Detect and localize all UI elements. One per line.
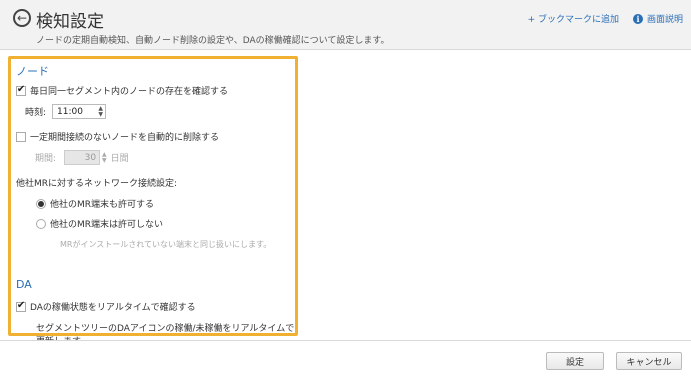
da-section-title: DA: [16, 278, 32, 291]
other-mr-heading: 他社MRに対するネットワーク接続設定:: [16, 176, 177, 189]
add-bookmark-link[interactable]: + ブックマークに追加: [528, 12, 619, 25]
realtime-label: DAの稼働状態をリアルタイムで確認する: [30, 303, 196, 313]
radio-deny-label: 他社のMR端末は許可しない: [50, 220, 164, 230]
help-link[interactable]: i 画面説明: [632, 12, 683, 25]
time-spinner-icon[interactable]: ▲ ▼: [98, 105, 103, 118]
back-arrow-icon[interactable]: ←: [13, 9, 31, 27]
daily-check-checkbox[interactable]: [16, 85, 26, 96]
help-link-label: 画面説明: [646, 15, 683, 25]
radio-allow-label: 他社のMR端末も許可する: [50, 200, 155, 210]
time-input[interactable]: 11:00 ▲ ▼: [52, 104, 107, 119]
time-label: 時刻:: [25, 108, 47, 118]
auto-delete-label: 一定期間接続のないノードを自動的に削除する: [30, 133, 220, 143]
realtime-row: DAの稼働状態をリアルタイムで確認する: [16, 300, 196, 313]
radio-deny-note: MRがインストールされていない端末と同じ扱いにします。: [60, 240, 272, 249]
radio-allow[interactable]: [36, 198, 46, 209]
footer-bar: 設定 キャンセル: [0, 340, 691, 380]
realtime-checkbox[interactable]: [16, 301, 26, 312]
radio-deny-row: 他社のMR端末は許可しない: [36, 217, 163, 230]
node-section-title: ノード: [16, 65, 49, 78]
cancel-button[interactable]: キャンセル: [616, 352, 682, 370]
page-header: ← 検知設定 ノードの定期自動検知、自動ノード削除の設定や、DAの稼働確認につい…: [0, 0, 691, 50]
auto-delete-row: 一定期間接続のないノードを自動的に削除する: [16, 130, 219, 143]
period-spinner-icon[interactable]: ▲ ▼: [102, 151, 107, 164]
period-label: 期間:: [35, 154, 57, 164]
period-value: 30: [84, 152, 97, 163]
time-value: 11:00: [57, 106, 83, 117]
other-mr-label: 他社MRに対するネットワーク接続設定:: [16, 179, 178, 189]
period-input[interactable]: 30: [64, 150, 101, 165]
save-button[interactable]: 設定: [546, 352, 604, 370]
daily-check-label: 毎日同一セグメント内のノードの存在を確認する: [30, 87, 229, 97]
radio-deny[interactable]: [36, 218, 46, 229]
header-links: + ブックマークに追加 i 画面説明: [528, 12, 683, 25]
time-row: 時刻: 11:00 ▲ ▼: [25, 104, 107, 119]
info-icon: i: [632, 13, 643, 24]
radio-allow-row: 他社のMR端末も許可する: [36, 197, 154, 210]
page-title: 検知設定: [36, 12, 104, 32]
daily-check-row: 毎日同一セグメント内のノードの存在を確認する: [16, 84, 228, 97]
period-row: 期間: 30 ▲ ▼ 日間: [35, 150, 129, 165]
page-description: ノードの定期自動検知、自動ノード削除の設定や、DAの稼働確認について設定します。: [36, 36, 390, 46]
period-unit: 日間: [110, 154, 129, 164]
auto-delete-checkbox[interactable]: [16, 131, 26, 142]
settings-panel: ノード 毎日同一セグメント内のノードの存在を確認する 時刻: 11:00 ▲▼ …: [8, 56, 298, 347]
